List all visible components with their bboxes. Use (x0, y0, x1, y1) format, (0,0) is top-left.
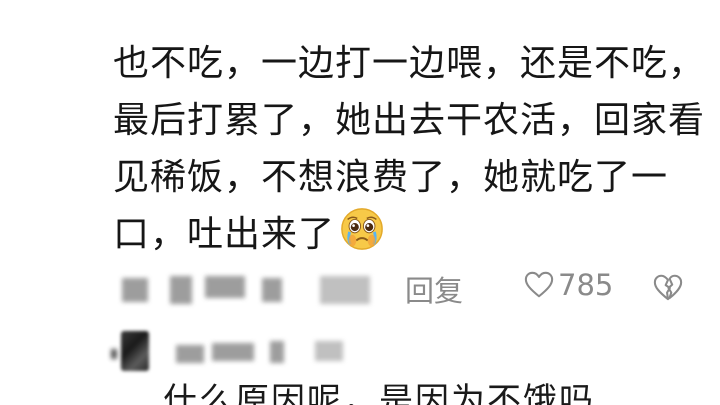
reply-text: 什么原因呢，是因为不饿吗 (163, 381, 595, 405)
avatar[interactable] (121, 331, 149, 371)
broken-heart-icon (653, 274, 683, 301)
comment-line-4-text: 口，吐出来了 (113, 214, 336, 255)
like-count: 785 (558, 268, 614, 302)
blurred-username (262, 278, 282, 302)
blurred-reply-username (176, 345, 204, 363)
like-button[interactable]: 785 (524, 268, 613, 302)
blurred-username (170, 276, 192, 304)
comment-line-2: 最后打累了，她出去干农活，回家看 (113, 100, 706, 141)
heart-icon (524, 271, 554, 298)
comment-meta-row: 回复 785 (0, 262, 720, 314)
blurred-username (122, 278, 148, 302)
blurred-reply-username (315, 341, 343, 361)
blurred-username (205, 276, 245, 298)
reply-header (0, 325, 720, 375)
blurred-timestamp (320, 276, 370, 304)
reply-button[interactable]: 回复 (405, 268, 463, 310)
comment-text: 也不吃，一边打一边喂，还是不吃， 最后打累了，她出去干农活，回家看 见稀饭，不想… (113, 0, 706, 263)
blurred-reply-username (212, 343, 254, 361)
crying-face-emoji-icon (341, 208, 383, 250)
blurred-reply-username (270, 341, 284, 363)
comment-line-4: 口，吐出来了 (113, 206, 703, 263)
comment-line-1: 也不吃，一边打一边喂，还是不吃， (113, 43, 706, 84)
dislike-button[interactable] (652, 272, 684, 306)
comment-line-3: 见稀饭，不想浪费了，她就吃了一 (113, 157, 669, 198)
comment-cut-line (113, 0, 703, 35)
reply-indicator (111, 349, 117, 359)
